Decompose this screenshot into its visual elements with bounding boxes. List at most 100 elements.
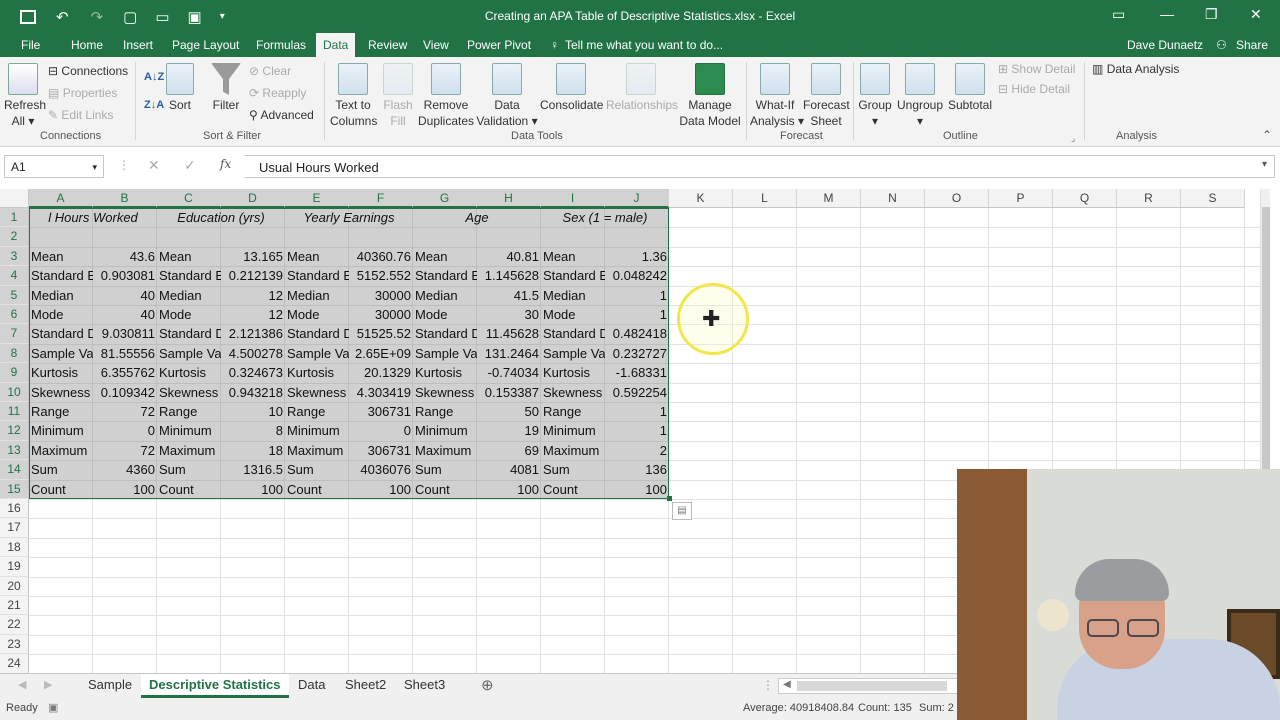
stat-label-cell[interactable]: Minimum bbox=[413, 421, 477, 440]
row-header[interactable]: 3 bbox=[0, 246, 29, 267]
column-header[interactable]: C bbox=[157, 189, 221, 208]
stat-value-cell[interactable]: 0.212139 bbox=[221, 266, 285, 285]
stat-label-cell[interactable]: Mode bbox=[157, 305, 221, 324]
row-header[interactable]: 2 bbox=[0, 227, 29, 247]
stat-value-cell[interactable]: 1.36 bbox=[605, 247, 669, 266]
text-to-columns-button[interactable]: Text to Columns bbox=[330, 63, 377, 129]
forecast-sheet-button[interactable]: Forecast Sheet bbox=[803, 63, 850, 129]
edit-links-button[interactable]: ✎ Edit Links bbox=[48, 107, 113, 123]
stat-label-cell[interactable]: Median bbox=[29, 286, 93, 305]
stat-value-cell[interactable]: 72 bbox=[93, 441, 157, 460]
stat-value-cell[interactable]: 72 bbox=[93, 402, 157, 421]
clear-button[interactable]: ⊘ Clear bbox=[249, 63, 291, 79]
row-header[interactable]: 22 bbox=[0, 615, 29, 635]
stat-value-cell[interactable]: 100 bbox=[349, 480, 413, 499]
column-header[interactable]: H bbox=[477, 189, 541, 208]
stat-label-cell[interactable]: Standard D bbox=[29, 324, 93, 343]
stat-label-cell[interactable]: Standard E bbox=[29, 266, 93, 285]
stat-value-cell[interactable]: 100 bbox=[93, 480, 157, 499]
row-header[interactable]: 17 bbox=[0, 518, 29, 538]
close-icon[interactable]: ✕ bbox=[1250, 6, 1262, 23]
stat-value-cell[interactable]: 100 bbox=[477, 480, 541, 499]
row-header[interactable]: 7 bbox=[0, 324, 29, 344]
column-header[interactable]: N bbox=[861, 189, 925, 208]
row-header[interactable]: 13 bbox=[0, 440, 29, 461]
stat-label-cell[interactable]: Skewness bbox=[29, 383, 93, 402]
sort-z-a-icon[interactable]: Z↓A bbox=[144, 97, 164, 113]
stat-label-cell[interactable]: Sample Va bbox=[157, 344, 221, 363]
stat-label-cell[interactable]: Mode bbox=[413, 305, 477, 324]
stat-value-cell[interactable]: 2.65E+09 bbox=[349, 344, 413, 363]
stat-label-cell[interactable]: Standard E bbox=[157, 266, 221, 285]
row-header[interactable]: 23 bbox=[0, 634, 29, 655]
tab-review[interactable]: Review bbox=[368, 38, 407, 52]
stat-label-cell[interactable]: Minimum bbox=[541, 421, 605, 440]
stat-label-cell[interactable]: Range bbox=[541, 402, 605, 421]
stat-label-cell[interactable]: Median bbox=[157, 286, 221, 305]
stat-label-cell[interactable]: Mean bbox=[29, 247, 93, 266]
stat-value-cell[interactable]: 40 bbox=[93, 305, 157, 324]
stat-label-cell[interactable]: Kurtosis bbox=[157, 363, 221, 382]
stat-label-cell[interactable]: Mode bbox=[285, 305, 349, 324]
scroll-left-icon[interactable]: ◀ bbox=[783, 679, 791, 690]
stat-label-cell[interactable]: Maximum bbox=[541, 441, 605, 460]
sheet-tab-sheet2[interactable]: Sheet2 bbox=[337, 674, 394, 698]
stat-label-cell[interactable]: Mean bbox=[413, 247, 477, 266]
stat-value-cell[interactable]: 1 bbox=[605, 286, 669, 305]
stat-value-cell[interactable]: 100 bbox=[605, 480, 669, 499]
share-button[interactable]: Share bbox=[1236, 38, 1268, 52]
stat-value-cell[interactable]: 1.145628 bbox=[477, 266, 541, 285]
cancel-entry-icon[interactable]: ✕ bbox=[148, 157, 160, 174]
tab-insert[interactable]: Insert bbox=[123, 38, 153, 52]
sheet-tab-sheet3[interactable]: Sheet3 bbox=[396, 674, 453, 698]
stat-value-cell[interactable]: -0.74034 bbox=[477, 363, 541, 382]
stat-label-cell[interactable]: Sum bbox=[157, 460, 221, 479]
stat-value-cell[interactable]: 4081 bbox=[477, 460, 541, 479]
stat-value-cell[interactable]: 51525.52 bbox=[349, 324, 413, 343]
column-header[interactable]: R bbox=[1117, 189, 1181, 208]
stat-label-cell[interactable]: Standard E bbox=[541, 266, 605, 285]
more-options-icon[interactable]: ⋮ bbox=[118, 158, 130, 172]
relationships-button[interactable]: Relationships bbox=[606, 63, 678, 113]
stat-value-cell[interactable]: 0.153387 bbox=[477, 383, 541, 402]
select-all-corner[interactable] bbox=[0, 189, 29, 208]
stat-label-cell[interactable]: Standard D bbox=[413, 324, 477, 343]
row-header[interactable]: 5 bbox=[0, 285, 29, 305]
stat-label-cell[interactable]: Kurtosis bbox=[541, 363, 605, 382]
sheet-tab-data[interactable]: Data bbox=[290, 674, 333, 698]
stat-label-cell[interactable]: Kurtosis bbox=[285, 363, 349, 382]
tab-formulas[interactable]: Formulas bbox=[256, 38, 306, 52]
insert-function-icon[interactable]: fx bbox=[220, 157, 231, 171]
sort-a-z-icon[interactable]: A↓Z bbox=[144, 69, 164, 85]
stat-value-cell[interactable]: 5152.552 bbox=[349, 266, 413, 285]
stat-value-cell[interactable]: 1316.5 bbox=[221, 460, 285, 479]
data-analysis-button[interactable]: ▥ Data Analysis bbox=[1092, 61, 1179, 77]
row-header[interactable]: 15 bbox=[0, 479, 29, 499]
horizontal-scrollbar[interactable]: ◀ bbox=[778, 678, 958, 694]
stat-value-cell[interactable]: 30000 bbox=[349, 305, 413, 324]
ribbon-display-options-icon[interactable]: ▭ bbox=[1112, 6, 1125, 23]
stat-label-cell[interactable]: Skewness bbox=[541, 383, 605, 402]
fill-handle[interactable] bbox=[667, 496, 672, 501]
stat-label-cell[interactable]: Median bbox=[285, 286, 349, 305]
stat-label-cell[interactable]: Standard D bbox=[541, 324, 605, 343]
stat-value-cell[interactable]: 0.943218 bbox=[221, 383, 285, 402]
column-header[interactable]: B bbox=[93, 189, 157, 208]
stat-label-cell[interactable]: Kurtosis bbox=[413, 363, 477, 382]
stat-value-cell[interactable]: 13.165 bbox=[221, 247, 285, 266]
reapply-button[interactable]: ⟳ Reapply bbox=[249, 85, 306, 101]
stat-value-cell[interactable]: 0.109342 bbox=[93, 383, 157, 402]
stat-value-cell[interactable]: 40360.76 bbox=[349, 247, 413, 266]
stat-value-cell[interactable]: 136 bbox=[605, 460, 669, 479]
show-detail-button[interactable]: ⊞ Show Detail bbox=[998, 61, 1075, 77]
stat-value-cell[interactable]: 100 bbox=[221, 480, 285, 499]
stat-label-cell[interactable]: Maximum bbox=[285, 441, 349, 460]
tab-file[interactable]: File bbox=[21, 38, 40, 52]
stat-label-cell[interactable]: Count bbox=[29, 480, 93, 499]
stat-value-cell[interactable]: 4.303419 bbox=[349, 383, 413, 402]
formula-input[interactable]: Usual Hours Worked bbox=[245, 155, 1275, 178]
row-header[interactable]: 18 bbox=[0, 537, 29, 558]
data-validation-button[interactable]: Data Validation ▾ bbox=[476, 63, 538, 129]
consolidate-button[interactable]: Consolidate bbox=[540, 63, 603, 113]
row-header[interactable]: 20 bbox=[0, 576, 29, 596]
